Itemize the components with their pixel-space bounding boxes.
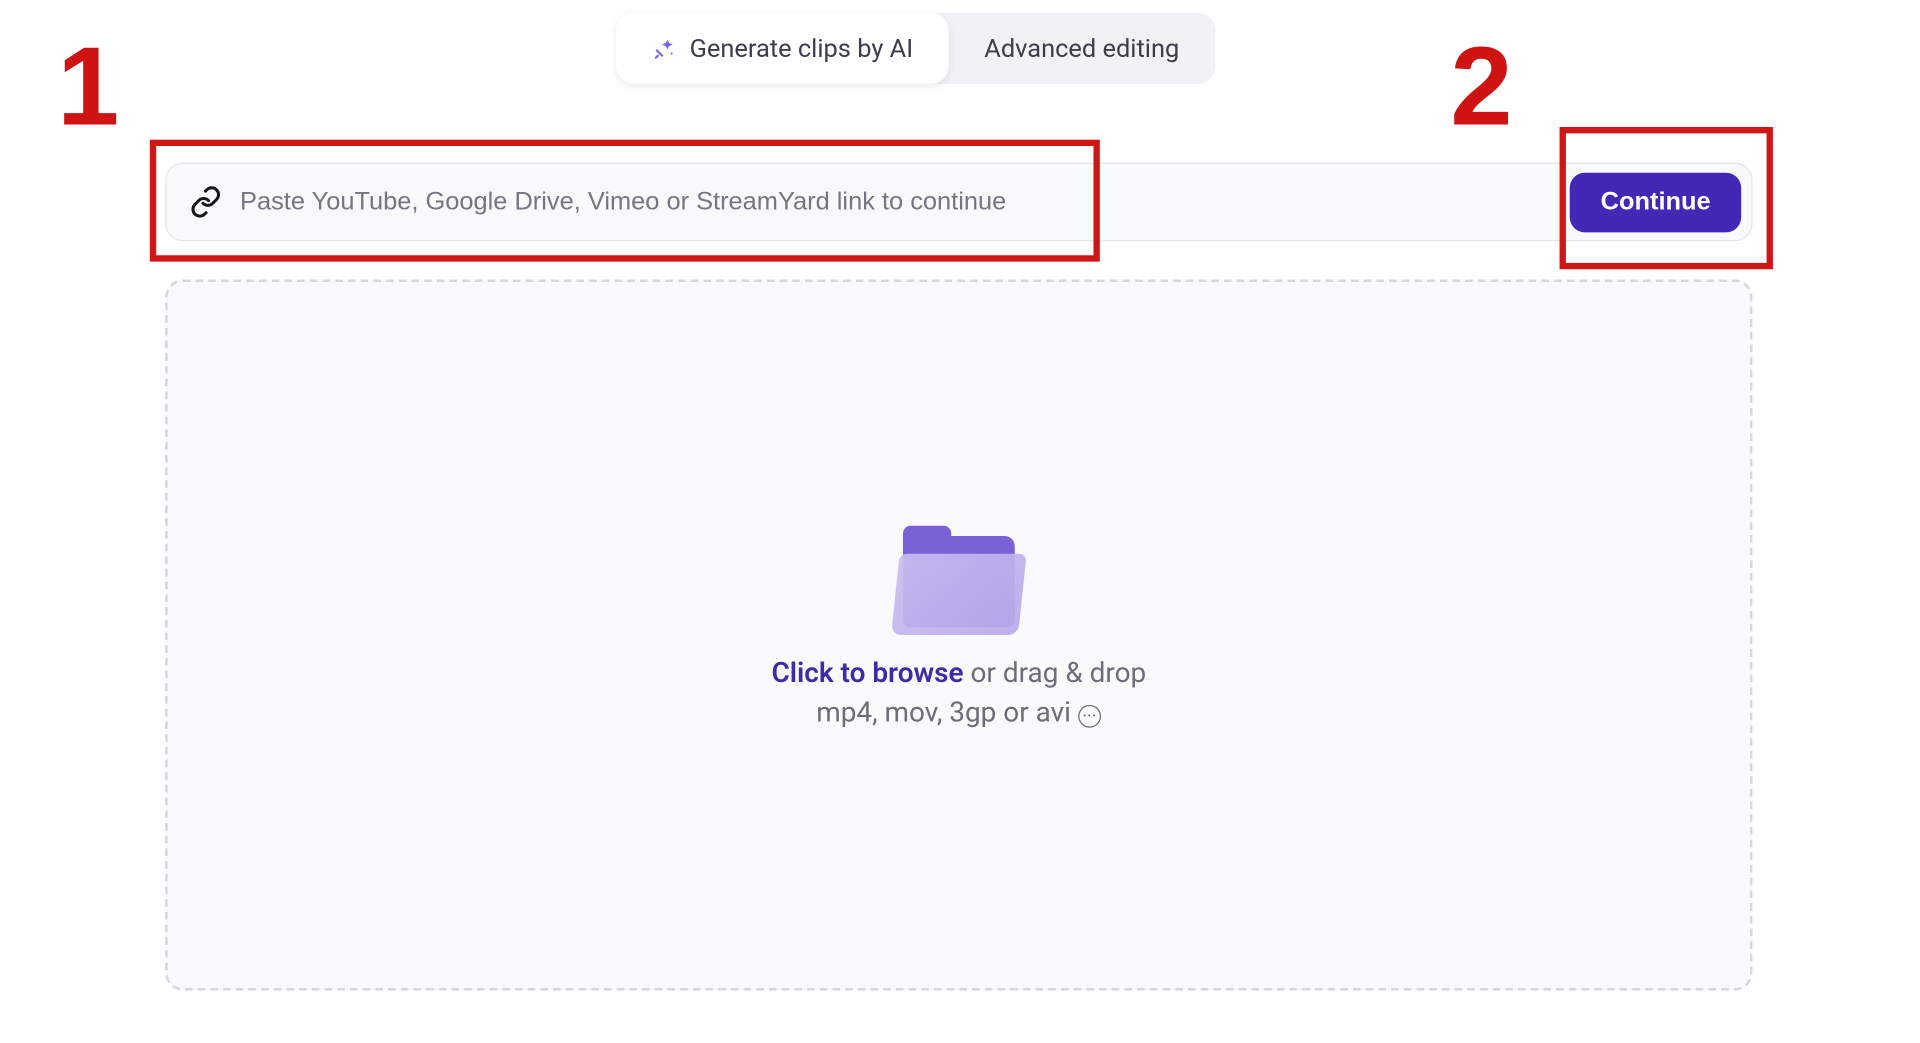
tab-generate-clips[interactable]: Generate clips by AI — [616, 13, 949, 84]
file-dropzone[interactable]: Click to browse or drag & drop mp4, mov,… — [165, 279, 1753, 990]
tab-advanced-label: Advanced editing — [984, 33, 1179, 63]
dropzone-text: Click to browse or drag & drop mp4, mov,… — [771, 656, 1146, 734]
mode-tabs: Generate clips by AI Advanced editing — [616, 13, 1215, 84]
link-input-row: Continue — [165, 163, 1753, 242]
annotation-number-2: 2 — [1450, 30, 1512, 142]
drag-drop-label: or drag & drop — [964, 658, 1147, 690]
continue-button[interactable]: Continue — [1570, 172, 1741, 232]
formats-label: mp4, mov, 3gp or avi — [816, 695, 1071, 734]
magic-wand-icon — [652, 36, 677, 61]
link-icon — [189, 185, 222, 218]
info-icon[interactable] — [1079, 705, 1102, 728]
tab-generate-label: Generate clips by AI — [690, 33, 914, 63]
annotation-number-1: 1 — [57, 30, 119, 142]
folder-icon — [895, 536, 1022, 635]
click-to-browse-label: Click to browse — [771, 658, 963, 690]
tab-advanced-editing[interactable]: Advanced editing — [949, 13, 1215, 84]
video-url-input[interactable] — [222, 187, 1570, 216]
